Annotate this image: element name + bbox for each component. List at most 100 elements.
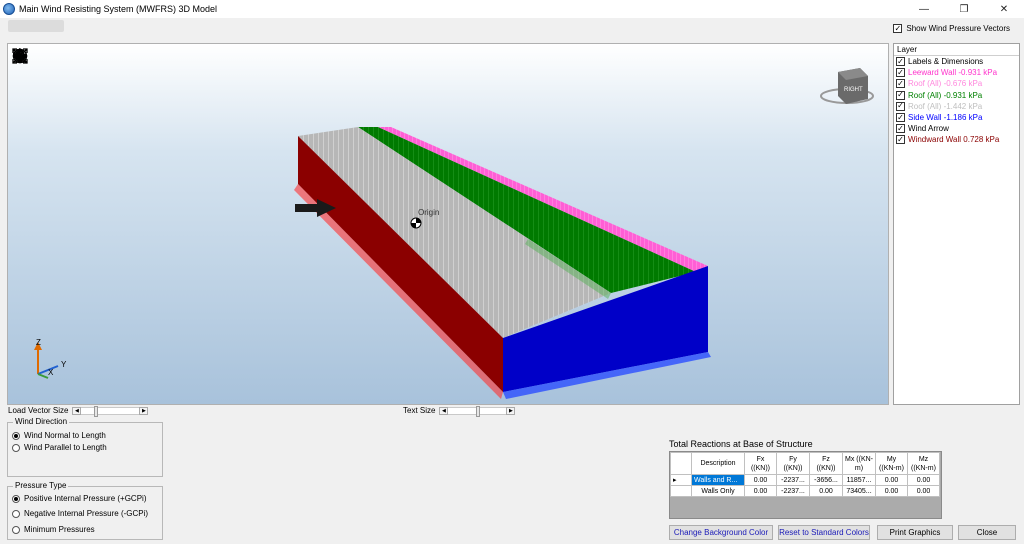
zoom-icon[interactable] [13,48,102,66]
table-cell[interactable]: -2237... [776,485,810,497]
close-button[interactable]: Close [958,525,1016,540]
view-cube-label: RIGHT [844,87,863,93]
table-row[interactable]: Walls Only 0.00 -2237... 0.00 73405... 0… [670,485,940,497]
model-viewport[interactable]: Origin RIGHT Z Y X [7,43,889,405]
table-cell[interactable]: 0.00 [875,474,908,486]
layer-label: Side Wall -1.186 kPa [908,113,983,123]
table-cell[interactable]: 0.00 [744,474,777,486]
table-cell[interactable]: 0.00 [809,485,843,497]
change-background-color-button[interactable]: Change Background Color [669,525,773,540]
layer-label: Roof (All) -0.676 kPa [908,79,983,89]
pan-icon[interactable] [12,48,126,66]
pressure-type-title: Pressure Type [13,481,69,490]
row-selector-icon[interactable] [670,485,692,497]
table-cell[interactable]: -3656... [809,474,843,486]
layer-checkbox[interactable]: ✓ [896,68,905,78]
layer-checkbox[interactable]: ✓ [896,101,905,111]
row-selector-icon[interactable]: ▸ [670,474,692,486]
wind-parallel-radio[interactable]: Wind Parallel to Length [12,443,107,452]
load-vector-size-slider[interactable]: ◀ ▶ [72,405,149,417]
slider-thumb[interactable] [476,405,481,417]
axis-z-label: Z [36,338,41,347]
radio-icon [12,494,20,503]
load-vector-size-label: Load Vector Size [8,406,69,415]
layer-item[interactable]: ✓ Leeward Wall -0.931 kPa [894,67,1019,78]
table-cell[interactable]: 0.00 [907,474,940,486]
right-arrow-icon[interactable]: ▶ [139,406,149,415]
print-graphics-button[interactable]: Print Graphics [877,525,953,540]
app-icon [3,3,15,15]
radio-icon [12,525,20,534]
layer-checkbox[interactable]: ✓ [896,79,905,89]
layer-checkbox[interactable]: ✓ [896,57,905,67]
layer-label: Roof (All) -1.442 kPa [908,101,983,111]
negative-pressure-label: Negative Internal Pressure (-GCPi) [24,509,149,518]
table-cell[interactable]: 0.00 [744,485,777,497]
table-cell[interactable]: 73405... [842,485,876,497]
restore-button[interactable]: ❐ [944,0,984,18]
layer-label: Roof (All) -0.931 kPa [908,90,983,100]
minimize-button[interactable]: — [904,0,944,18]
text-size-control: Text Size ◀ ▶ [403,405,516,417]
table-cell[interactable]: Walls and R... [691,474,745,486]
layer-checkbox[interactable]: ✓ [896,124,905,134]
table-cell[interactable]: -2237... [776,474,810,486]
rotate-icon[interactable] [14,48,150,66]
right-arrow-icon[interactable]: ▶ [506,406,516,415]
table-cell[interactable]: Walls Only [691,485,745,497]
layer-checkbox[interactable]: ✓ [896,113,905,123]
zoom-window-icon[interactable] [13,48,78,66]
layer-item[interactable]: ✓ Roof (All) -0.676 kPa [894,78,1019,89]
layer-item[interactable]: ✓ Windward Wall 0.728 kPa [894,134,1019,145]
column-header[interactable]: Description [691,452,745,475]
layer-label: Windward Wall 0.728 kPa [908,135,1000,145]
table-cell[interactable]: 11857... [842,474,876,486]
layer-item[interactable]: ✓ Roof (All) -0.931 kPa [894,90,1019,101]
window-title: Main Wind Resisting System (MWFRS) 3D Mo… [19,4,218,14]
layer-panel: Layer ✓ Labels & Dimensions ✓ Leeward Wall … [893,43,1020,405]
left-arrow-icon[interactable]: ◀ [439,406,449,415]
slider-thumb[interactable] [93,405,98,417]
table-cell[interactable]: 0.00 [875,485,908,497]
title-bar: Main Wind Resisting System (MWFRS) 3D Mo… [0,0,1024,18]
fit-extents-icon[interactable] [12,48,174,66]
column-header[interactable]: Fy ((KN)) [776,452,810,475]
layer-item[interactable]: ✓ Roof (All) -1.442 kPa [894,101,1019,112]
minimum-pressures-radio[interactable]: Minimum Pressures [12,525,95,534]
close-window-button[interactable]: ✕ [984,0,1024,18]
load-vector-size-control: Load Vector Size ◀ ▶ [8,405,149,417]
column-header[interactable]: My ((KN-m) [875,452,908,475]
x-axis-icon [37,373,49,379]
layer-checkbox[interactable]: ✓ [896,90,905,100]
layer-label: Labels & Dimensions [908,57,984,67]
left-arrow-icon[interactable]: ◀ [72,406,82,415]
layer-label: Leeward Wall -0.931 kPa [908,68,998,78]
reactions-title: Total Reactions at Base of Structure [669,439,813,449]
reset-standard-colors-button[interactable]: Reset to Standard Colors [778,525,870,540]
layer-list: ✓ Labels & Dimensions ✓ Leeward Wall -0.931… [894,56,1019,146]
text-size-label: Text Size [403,406,436,415]
show-wind-pressure-vectors-checkbox[interactable]: ✓ Show Wind Pressure Vectors [893,24,1010,33]
layer-item[interactable]: ✓ Side Wall -1.186 kPa [894,112,1019,123]
layer-header: Layer [894,44,1019,56]
text-size-slider[interactable]: ◀ ▶ [439,405,516,417]
layer-item[interactable]: ✓ Wind Arrow [894,123,1019,134]
table-row[interactable]: ▸ Walls and R... 0.00 -2237... -3656... … [670,474,940,486]
column-header[interactable]: Fx ((KN)) [744,452,777,475]
negative-pressure-radio[interactable]: Negative Internal Pressure (-GCPi) [12,509,148,518]
wind-parallel-label: Wind Parallel to Length [24,443,107,452]
column-header[interactable]: Mx ((KN-m) [842,452,876,475]
wind-direction-group: Wind Direction Wind Normal to Length Win… [7,417,163,477]
radio-icon [12,443,20,452]
column-header[interactable]: Mz ((KN-m) [907,452,940,475]
positive-pressure-radio[interactable]: Positive Internal Pressure (+GCPi) [12,494,147,503]
table-cell[interactable]: 0.00 [907,485,940,497]
origin-label: Origin [418,208,439,217]
reactions-table[interactable]: Description Fx ((KN)) Fy ((KN)) Fz ((KN)… [669,451,942,519]
pressure-type-group: Pressure Type Positive Internal Pressure… [7,481,163,540]
wind-normal-radio[interactable]: Wind Normal to Length [12,431,106,440]
orbit-icon[interactable] [12,48,54,66]
layer-checkbox[interactable]: ✓ [896,135,905,145]
layer-item[interactable]: ✓ Labels & Dimensions [894,56,1019,67]
column-header[interactable]: Fz ((KN)) [809,452,843,475]
